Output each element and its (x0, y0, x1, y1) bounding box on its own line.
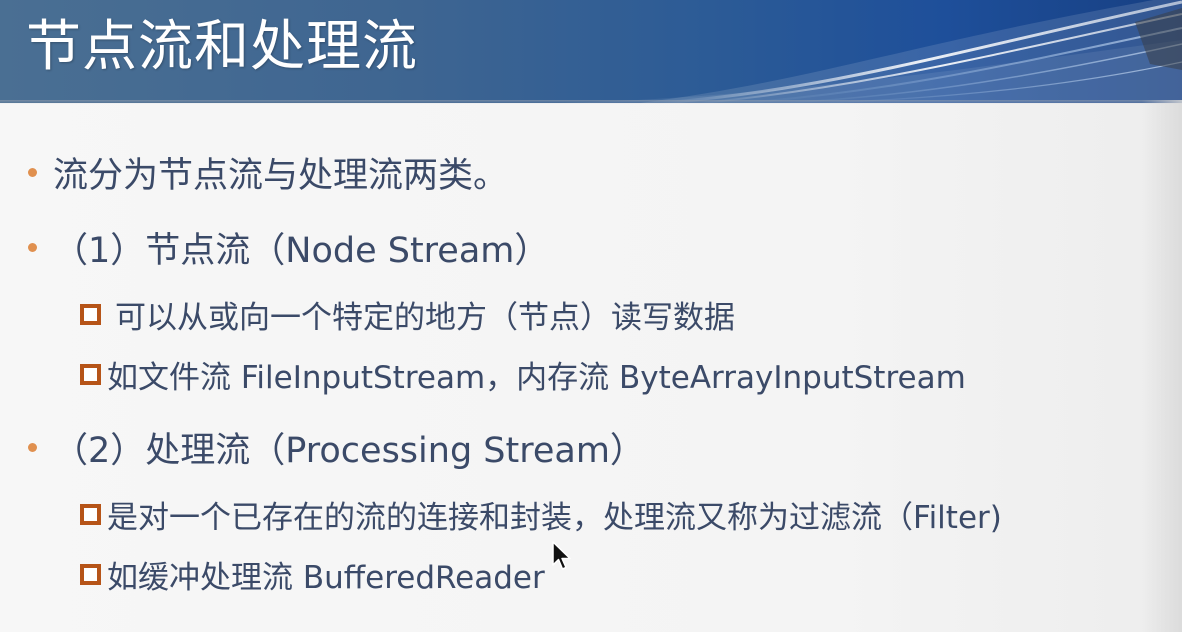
bullet-text: 流分为节点流与处理流两类。 (53, 155, 509, 196)
bullet-item: （2）处理流（Processing Stream） (28, 422, 645, 472)
bullet-text: （1）节点流（Node Stream） (53, 230, 550, 271)
sub-bullet-text: 如文件流 FileInputStream，内存流 ByteArrayInputS… (107, 359, 966, 396)
square-bullet-icon (80, 503, 101, 525)
sub-bullet-text: 是对一个已存在的流的连接和封装，处理流又称为过滤流（Filter) (107, 499, 1002, 536)
bullet-item: 流分为节点流与处理流两类。 (28, 147, 508, 197)
dot-bullet-icon (28, 167, 37, 177)
square-bullet-icon (80, 303, 101, 325)
square-bullet-icon (80, 363, 101, 385)
sub-bullet-item: 如缓冲处理流 BufferedReader (80, 552, 545, 596)
mouse-cursor-icon (552, 541, 571, 570)
presentation-slide: 节点流和处理流 流分为节点流与处理流两类。 （1）节点流（Node Stream… (0, 0, 1182, 632)
sub-bullet-item: 是对一个已存在的流的连接和封装，处理流又称为过滤流（Filter) (80, 492, 1002, 536)
bullet-item: （1）节点流（Node Stream） (28, 222, 549, 272)
sub-bullet-text: 可以从或向一个特定的地方（节点）读写数据 (115, 299, 735, 336)
sub-bullet-item: 如文件流 FileInputStream，内存流 ByteArrayInputS… (80, 352, 966, 396)
bullet-text: （2）处理流（Processing Stream） (53, 430, 645, 471)
square-bullet-icon (80, 563, 101, 585)
sub-bullet-item: 可以从或向一个特定的地方（节点）读写数据 (80, 292, 735, 336)
bullet-list: 流分为节点流与处理流两类。 （1）节点流（Node Stream） 可以从或向一… (0, 0, 1182, 632)
sub-bullet-text: 如缓冲处理流 BufferedReader (107, 559, 545, 596)
dot-bullet-icon (28, 242, 37, 252)
dot-bullet-icon (28, 442, 37, 452)
